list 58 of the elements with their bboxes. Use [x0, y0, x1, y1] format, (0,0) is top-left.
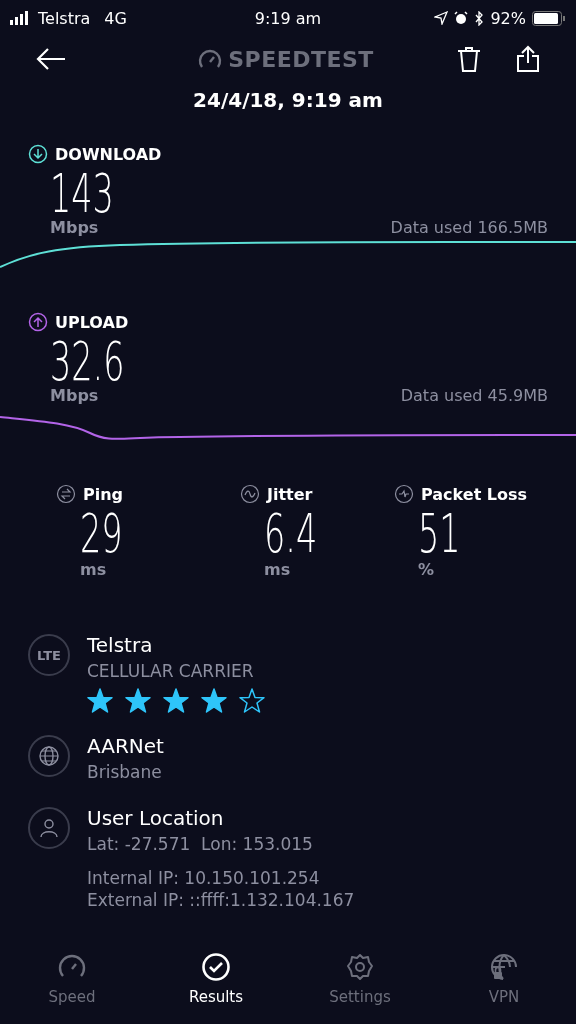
- settings-icon: [345, 952, 375, 982]
- back-arrow-icon: [36, 47, 66, 71]
- unit-label: ms: [79, 560, 108, 579]
- carrier-type: CELLULAR CARRIER: [87, 660, 255, 683]
- tab-button[interactable]: VPN: [432, 940, 576, 1020]
- clock: 9:19 am: [253, 8, 323, 28]
- location-arrow-icon: [434, 11, 449, 25]
- filled-star-icon: [87, 688, 113, 713]
- pulse-icon: [394, 484, 414, 504]
- section-title: UPLOAD: [55, 312, 129, 332]
- network-badge: LTE: [28, 634, 70, 676]
- carrier-name: Telstra: [87, 632, 154, 658]
- unit-label: %: [417, 560, 436, 579]
- battery-icon: [532, 10, 566, 26]
- metric-value: 6.4: [264, 506, 318, 562]
- battery-percentage: 92%: [490, 8, 526, 28]
- tab-button[interactable]: Speed: [0, 940, 144, 1020]
- wave-icon: [240, 484, 260, 504]
- section-title: DOWNLOAD: [55, 144, 162, 164]
- filled-star-icon: [201, 688, 227, 713]
- gauge-icon: [198, 49, 223, 69]
- tab-button[interactable]: Results: [144, 940, 288, 1020]
- metric-title: Packet Loss: [421, 484, 528, 504]
- data-used-label: Data used 166.5MB: [390, 218, 548, 237]
- metric-title: Jitter: [267, 484, 313, 504]
- ping-icon: [56, 484, 76, 504]
- person-drawing: [38, 817, 60, 839]
- globe-drawing: [38, 745, 60, 767]
- coordinates: Lat: -27.571 Lon: 153.015: [87, 833, 314, 856]
- share-icon: [516, 45, 540, 73]
- internal-ip: Internal IP: 10.150.101.254: [87, 867, 321, 889]
- empty-star-icon: [239, 688, 265, 713]
- alarm-clock-icon: [454, 11, 469, 25]
- server-name: AARNet: [87, 733, 164, 759]
- filled-star-icon: [125, 688, 151, 713]
- network-type: 4G: [104, 8, 127, 28]
- tab-button[interactable]: Settings: [288, 940, 432, 1020]
- filled-star-icon: [163, 688, 189, 713]
- data-used-label: Data used 45.9MB: [400, 386, 548, 405]
- metric-value: 29: [80, 506, 123, 562]
- back-button[interactable]: [36, 47, 66, 71]
- globe-lock-icon: [489, 952, 519, 982]
- trash-icon: [456, 45, 482, 73]
- server-city: Brisbane: [87, 761, 163, 784]
- bluetooth-icon: [474, 10, 485, 26]
- test-date: 24/4/18, 9:19 am: [192, 88, 384, 114]
- metric-value: 51: [418, 506, 461, 562]
- download-icon: [28, 144, 48, 164]
- external-ip: External IP: ::ffff:1.132.104.167: [87, 889, 355, 911]
- location-title: User Location: [87, 805, 225, 831]
- share-button[interactable]: [516, 45, 540, 73]
- upload-icon: [28, 312, 48, 332]
- delete-button[interactable]: [456, 45, 482, 73]
- checkmark-icon: [201, 952, 231, 982]
- speedtest-logo: SPEEDTEST: [228, 46, 374, 72]
- unit-label: ms: [263, 560, 292, 579]
- metric-title: Ping: [83, 484, 124, 504]
- carrier-name: Telstra: [38, 8, 91, 28]
